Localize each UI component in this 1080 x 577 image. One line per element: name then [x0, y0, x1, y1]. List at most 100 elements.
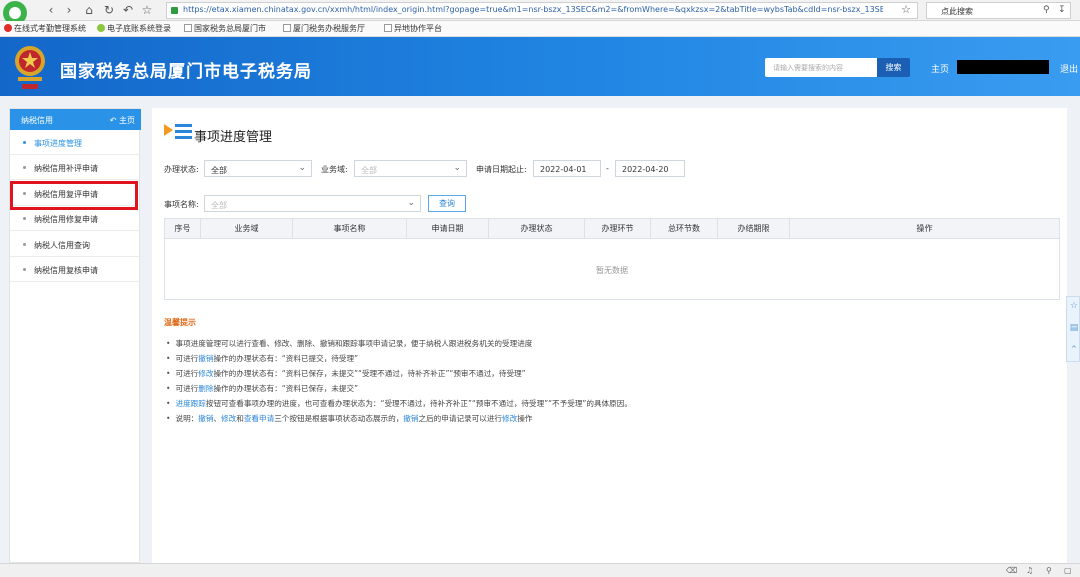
view-application-link[interactable]: 查看申请 [244, 414, 274, 423]
column-header: 总环节数 [651, 219, 718, 239]
return-icon: ↶ [109, 116, 117, 125]
domain-label: 业务域: [321, 165, 348, 174]
sidebar-item-review[interactable]: 纳税信用复核申请 [10, 257, 141, 282]
bookmark-item[interactable]: 电子底账系统登录 [97, 23, 171, 34]
chevron-down-icon: ⌄ [298, 163, 306, 173]
chevron-down-icon: ⌄ [407, 198, 415, 208]
bookmark-icon [4, 24, 12, 32]
volume-icon[interactable]: ♫ [1026, 566, 1033, 575]
url-text: https://etax.xiamen.chinatax.gov.cn/xxmh… [183, 5, 883, 14]
bookmark-item[interactable]: 异地协作平台 [384, 23, 442, 34]
bookmark-item[interactable]: 在线式考勤管理系统 [4, 23, 86, 34]
bookmark-bar: 在线式考勤管理系统 电子底账系统登录 国家税务总局厦门市 厦门税务办税服务厅 异… [0, 21, 1080, 37]
date-from-input[interactable]: 2022-04-01 [533, 160, 601, 177]
browser-toolbar: ‹ › ⌂ ↻ ↶ ☆ https://etax.xiamen.chinatax… [0, 0, 1080, 25]
modify-link[interactable]: 修改 [221, 414, 236, 423]
domain-select[interactable]: 全部 ⌄ [354, 160, 467, 177]
page-icon [184, 24, 192, 32]
tip-line: 事项进度管理可以进行查看、修改、删除、撤销和跟踪事项申请记录，便于纳税人跟进税务… [166, 338, 532, 349]
bookmark-icon [97, 24, 105, 32]
date-separator: - [606, 164, 609, 173]
progress-tracking-link[interactable]: 进度跟踪 [175, 399, 205, 408]
page-icon [283, 24, 291, 32]
revoke-link[interactable]: 撤销 [403, 414, 418, 423]
browser-search-text: 点此搜索 [941, 7, 973, 16]
forward-icon[interactable]: › [62, 3, 76, 17]
tip-line: 进度跟踪按钮可查看事项办理的进度，也可查看办理状态为：“受理不通过，待补齐补正”… [166, 398, 631, 409]
sidebar-item-credit-query[interactable]: 纳税人信用查询 [10, 232, 141, 257]
column-header: 事项名称 [293, 219, 407, 239]
header-search-placeholder: 请输入需要搜索的内容 [773, 64, 843, 72]
refresh-icon[interactable]: ↻ [102, 3, 116, 17]
sidebar: 纳税信用 ↶ 主页 事项进度管理 纳税信用补评申请 纳税信用复评申请 纳税信用修… [9, 108, 141, 563]
tip-line: 可进行修改操作的办理状态有：“资料已保存，未提交”“受理不通过，待补齐补正”“预… [166, 368, 525, 379]
undo-icon[interactable]: ↶ [121, 3, 135, 17]
item-name-label: 事项名称: [164, 200, 199, 209]
modify-link[interactable]: 修改 [198, 369, 213, 378]
bullet-icon [23, 217, 26, 220]
header-home-link[interactable]: 主页 [931, 62, 949, 75]
bookmark-item[interactable]: 厦门税务办税服务厅 [283, 23, 365, 34]
tax-emblem-icon [15, 46, 45, 89]
bookmark-item[interactable]: 国家税务总局厦门市 [184, 23, 266, 34]
redacted-username [957, 60, 1049, 74]
column-header: 申请日期 [407, 219, 489, 239]
logout-link[interactable]: 退出 [1060, 62, 1078, 75]
item-name-select[interactable]: 全部 ⌄ [204, 195, 421, 212]
column-header: 业务域 [201, 219, 293, 239]
document-icon[interactable]: ▤ [1069, 323, 1079, 333]
chevron-down-icon: ⌄ [453, 163, 461, 173]
progress-table: 序号 业务域 事项名称 申请日期 办理状态 办理环节 总环节数 办结期限 操作 … [164, 218, 1060, 300]
site-header: 国家税务总局厦门市电子税务局 请输入需要搜索的内容 搜索 主页 退出 [0, 37, 1080, 96]
trash-icon[interactable]: ⌫ [1006, 566, 1017, 575]
modify-link[interactable]: 修改 [502, 414, 517, 423]
fullscreen-icon[interactable]: ▢ [1064, 566, 1072, 575]
zoom-icon[interactable]: ⚲ [1046, 566, 1052, 575]
download-icon[interactable]: ↧ [1058, 5, 1066, 15]
header-search-button[interactable]: 搜索 [877, 58, 910, 77]
bookmark-star-icon[interactable]: ☆ [140, 3, 154, 17]
site-title: 国家税务总局厦门市电子税务局 [60, 62, 312, 82]
browser-status-bar: ⌫ ♫ ⚲ ▢ [0, 563, 1080, 577]
bullet-icon [23, 141, 26, 144]
bullet-icon [23, 166, 26, 169]
date-range-label: 申请日期起止: [476, 165, 527, 174]
tip-line: 说明：撤销、修改和查看申请三个按钮是根据事项状态动态展示的，撤销之后的申请记录可… [166, 413, 532, 424]
highlight-annotation [10, 181, 138, 210]
sidebar-header: 纳税信用 ↶ 主页 [10, 109, 141, 130]
main-content: 事项进度管理 办理状态: 全部 ⌄ 业务域: 全部 ⌄ 申请日期起止: 2022… [152, 108, 1067, 563]
delete-link[interactable]: 删除 [198, 384, 213, 393]
column-header: 操作 [916, 224, 933, 233]
bullet-icon [23, 243, 26, 246]
revoke-link[interactable]: 撤销 [198, 354, 213, 363]
column-header: 序号 [165, 219, 201, 239]
sidebar-item-progress[interactable]: 事项进度管理 [10, 130, 141, 155]
favorite-icon[interactable]: ☆ [1069, 301, 1079, 311]
column-header: 办结期限 [718, 219, 790, 239]
page-title: 事项进度管理 [194, 130, 273, 145]
empty-state: 暂无数据 [596, 266, 628, 275]
sidebar-item-supplement-rating[interactable]: 纳税信用补评申请 [10, 155, 141, 180]
table-header: 序号 业务域 事项名称 申请日期 办理状态 办理环节 总环节数 办结期限 操作 [165, 219, 1059, 239]
bullet-icon [23, 268, 26, 271]
back-icon[interactable]: ‹ [44, 3, 58, 17]
browser-search-box[interactable]: 点此搜索 ⚲ ↧ [926, 2, 1071, 19]
header-search-input[interactable]: 请输入需要搜索的内容 [765, 58, 877, 77]
sidebar-title: 纳税信用 [21, 116, 53, 125]
tip-line: 可进行撤销操作的办理状态有：“资料已提交，待受理” [166, 353, 358, 364]
sidebar-home-link[interactable]: ↶ 主页 [110, 115, 135, 126]
status-select[interactable]: 全部 ⌄ [204, 160, 312, 177]
floating-toolbar: ☆ ▤ ⌃ [1066, 296, 1080, 362]
date-to-input[interactable]: 2022-04-20 [615, 160, 685, 177]
address-bar[interactable]: https://etax.xiamen.chinatax.gov.cn/xxmh… [166, 2, 918, 19]
back-to-top-icon[interactable]: ⌃ [1069, 345, 1079, 355]
favorite-star-icon[interactable]: ☆ [901, 3, 911, 16]
search-icon[interactable]: ⚲ [1043, 5, 1050, 15]
revoke-link[interactable]: 撤销 [198, 414, 213, 423]
home-icon[interactable]: ⌂ [82, 3, 96, 17]
lock-icon [171, 7, 178, 14]
tip-line: 可进行删除操作的办理状态有：“资料已保存，未提交” [166, 383, 358, 394]
column-header: 办理状态 [489, 219, 585, 239]
list-title-icon [164, 124, 192, 139]
query-button[interactable]: 查询 [428, 195, 466, 212]
